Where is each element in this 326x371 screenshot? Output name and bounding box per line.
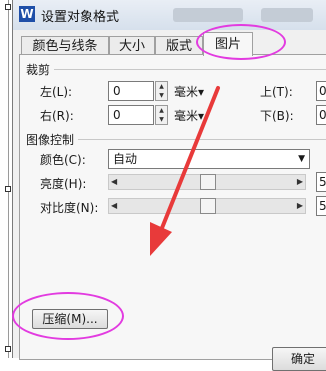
annotation-arrow [150, 86, 220, 256]
